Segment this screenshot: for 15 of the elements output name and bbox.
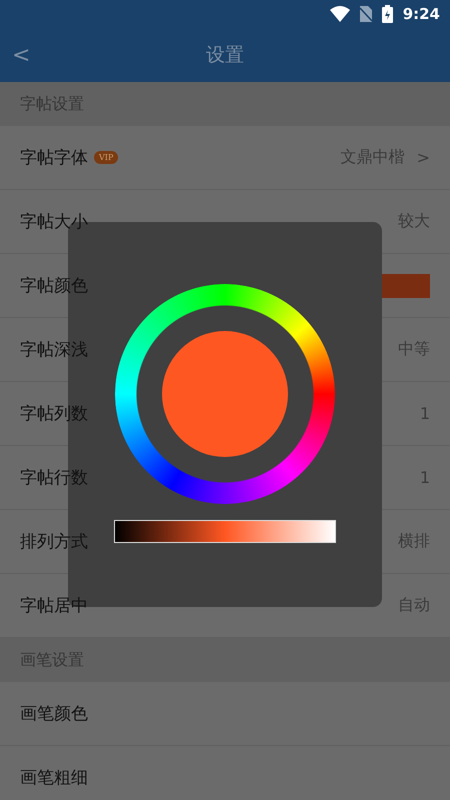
wifi-icon: [330, 6, 350, 22]
setting-label: 字帖大小: [20, 211, 88, 233]
vip-badge: VIP: [94, 151, 118, 164]
settings-row[interactable]: 画笔粗细: [0, 746, 450, 800]
page-title: 设置: [206, 43, 244, 68]
setting-label: 字帖字体: [20, 147, 88, 169]
settings-row[interactable]: 画笔颜色: [0, 682, 450, 746]
setting-label: 画笔粗细: [20, 767, 88, 789]
back-button[interactable]: <: [0, 42, 42, 68]
setting-label: 字帖居中: [20, 595, 88, 617]
chevron-right: >: [416, 148, 430, 167]
battery-charging-icon: [382, 5, 393, 23]
clock-time: 9:24: [402, 5, 440, 23]
setting-label: 画笔颜色: [20, 703, 88, 725]
no-sim-icon: [360, 6, 372, 22]
